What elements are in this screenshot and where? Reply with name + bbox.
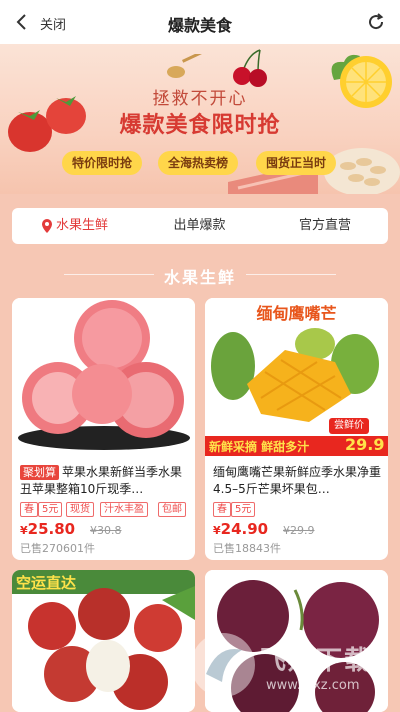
product-title: 缅甸鹰嘴芒果新鲜应季水果净重4.5–5斤芒果坏果包… — [213, 465, 382, 496]
banner-kicker: 拯救不开心 — [152, 89, 248, 109]
top-bar: 关闭 爆款美食 — [0, 0, 400, 44]
tab-hot-orders[interactable]: 出单爆款 — [137, 208, 262, 244]
current-price: ¥24.90 — [213, 520, 268, 538]
watermark-text: 飞翔下载 — [260, 646, 373, 676]
price-value: 25.80 — [27, 520, 76, 538]
taste-price-tag: 尝鲜价 — [329, 418, 369, 434]
promo-banner[interactable]: 拯救不开心 爆款美食限时抢 特价限时抢 全海热卖榜 囤货正当时 — [0, 44, 400, 194]
site-watermark: 飞翔下载 www.fxxz.com — [188, 630, 388, 702]
product-card-mango[interactable]: 缅甸鹰嘴芒 新鲜采摘 鲜甜多汁 尝鲜价 29.9 缅甸鹰嘴芒果新鲜应季水果净重4… — [205, 298, 388, 560]
price-symbol: ¥ — [20, 524, 28, 537]
tab-label: 官方直营 — [298, 218, 351, 233]
price-value: 24.90 — [220, 520, 269, 538]
apple-product-image — [12, 298, 195, 456]
refresh-icon[interactable] — [366, 12, 386, 32]
tab-label: 水果生鲜 — [55, 218, 108, 233]
current-price: ¥25.80 — [20, 520, 75, 538]
tab-fruits-fresh[interactable]: 水果生鲜 — [12, 208, 137, 244]
sold-count: 已售270601件 — [20, 542, 95, 555]
product-card-lychee[interactable]: 空运直达 — [12, 570, 195, 712]
promo-badge: 聚划算 — [20, 465, 59, 480]
page-title: 爆款美食 — [167, 16, 232, 35]
location-pin-icon — [41, 218, 52, 233]
pill-flash-sale[interactable]: 特价限时抢 — [62, 151, 143, 175]
watermark-url: www.fxxz.com — [266, 678, 360, 693]
chip: 5元 — [231, 502, 256, 517]
section-title: 水果生鲜 — [163, 268, 236, 287]
chip: 包邮 — [158, 502, 186, 517]
chip: 春 — [20, 502, 38, 517]
section-divider-right — [246, 274, 336, 275]
strip-slogan: 新鲜采摘 鲜甜多汁 — [209, 440, 310, 454]
cherry-image — [233, 49, 267, 87]
product-overlay-text: 空运直达 — [16, 574, 77, 592]
chip-row: 春 5元 现货 汁水丰盈 包邮 — [20, 502, 192, 518]
watermark-logo-icon — [191, 633, 255, 697]
tab-official-direct[interactable]: 官方直营 — [262, 208, 388, 244]
pill-hot-ranking[interactable]: 全海热卖榜 — [158, 151, 239, 175]
product-title: 聚划算 苹果水果新鲜当季水果丑苹果整箱10斤现季… — [20, 464, 190, 498]
original-price: ¥30.8 — [90, 524, 122, 537]
product-banner-text: 缅甸鹰嘴芒 — [256, 304, 337, 323]
chip: 春 — [213, 502, 231, 517]
price-symbol: ¥ — [213, 524, 221, 537]
chip: 汁水丰盈 — [100, 502, 148, 517]
chip: 现货 — [66, 502, 94, 517]
chip: 5元 — [38, 502, 63, 517]
product-card-apple[interactable]: 聚划算 苹果水果新鲜当季水果丑苹果整箱10斤现季… 春 5元 现货 汁水丰盈 包邮… — [12, 298, 195, 560]
category-tabs: 水果生鲜 出单爆款 官方直营 — [12, 208, 388, 244]
pill-stock-up[interactable]: 囤货正当时 — [256, 151, 337, 175]
original-price: ¥29.9 — [283, 524, 315, 537]
banner-title: 爆款美食限时抢 — [119, 113, 281, 138]
chip-row: 春 5元 — [213, 502, 385, 518]
tab-label: 出单爆款 — [173, 218, 226, 233]
strip-price: 29.9 — [345, 435, 385, 454]
spoon-image — [167, 54, 204, 78]
sold-count: 已售18843件 — [213, 542, 281, 555]
